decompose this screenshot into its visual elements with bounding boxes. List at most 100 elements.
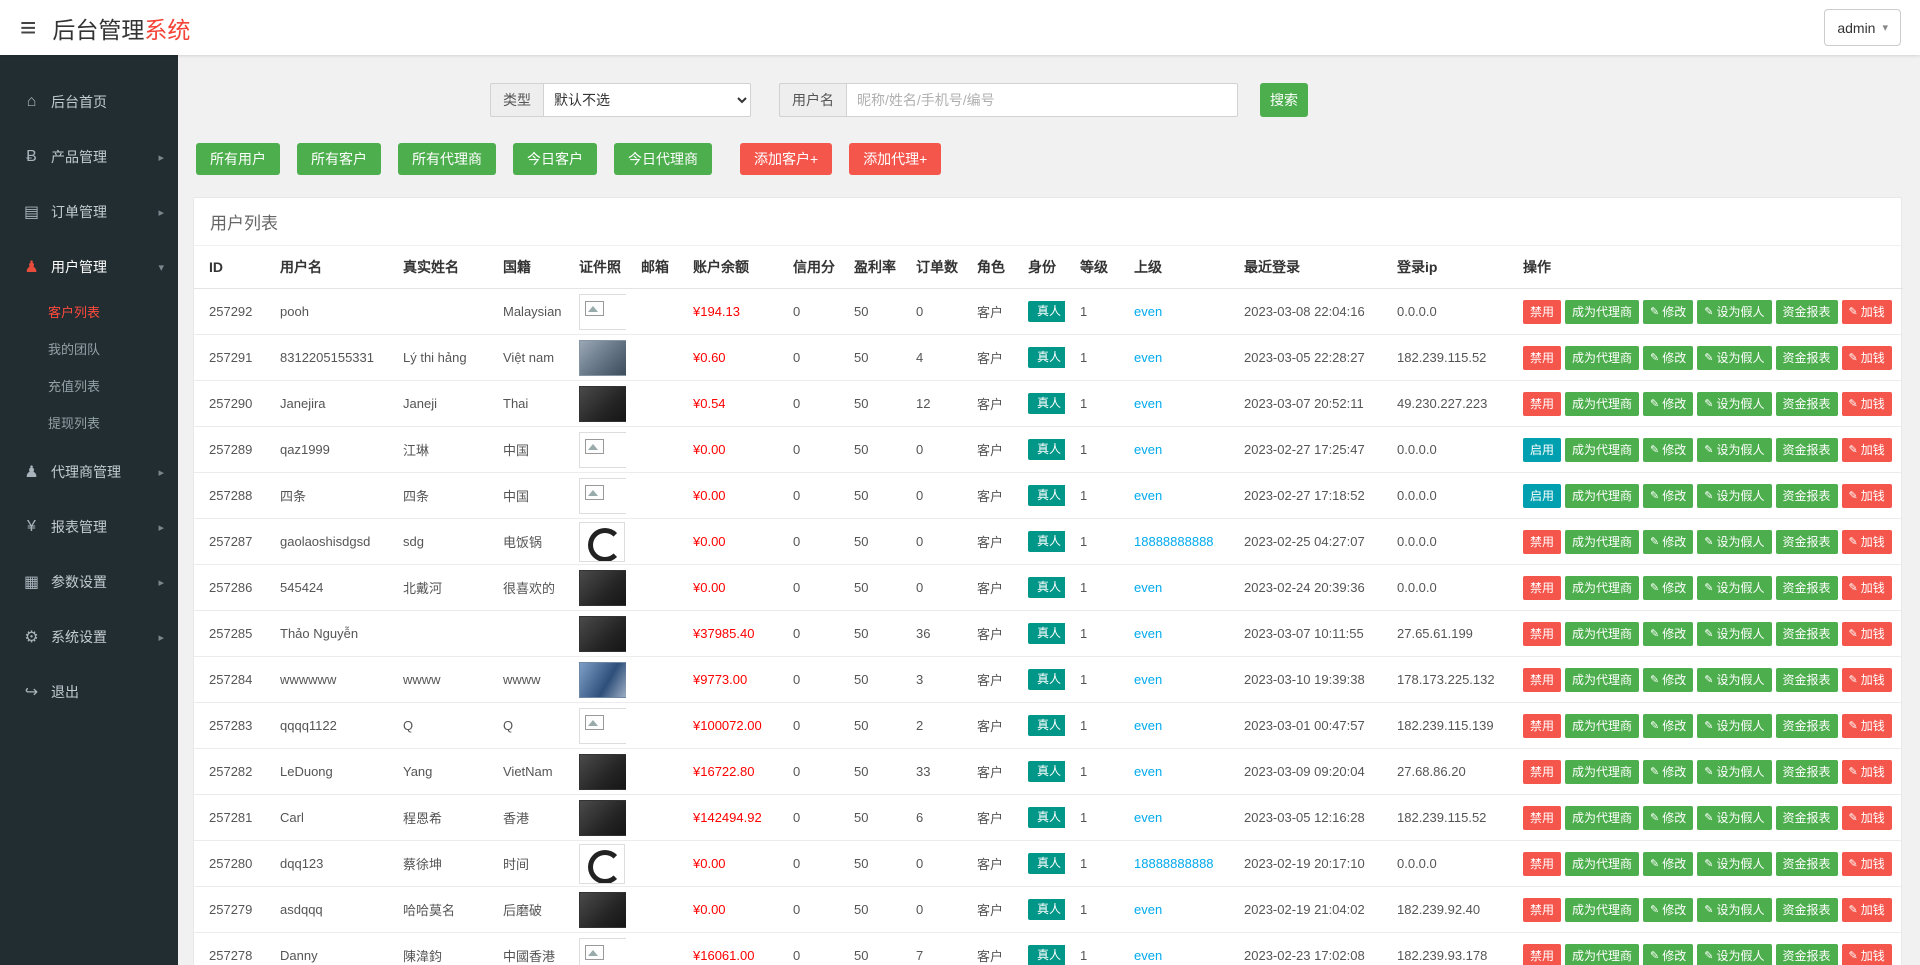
id-photo[interactable] xyxy=(579,616,626,652)
edit-button[interactable]: ✎修改 xyxy=(1643,392,1693,416)
disable-button[interactable]: 禁用 xyxy=(1523,760,1561,784)
add-money-button[interactable]: ✎加钱 xyxy=(1842,760,1892,784)
sidebar-item-logout[interactable]: ↪退出 xyxy=(0,667,178,717)
edit-button[interactable]: ✎修改 xyxy=(1643,944,1693,965)
become-agent-button[interactable]: 成为代理商 xyxy=(1565,760,1639,784)
set-fake-button[interactable]: ✎设为假人 xyxy=(1697,898,1771,922)
add-money-button[interactable]: ✎加钱 xyxy=(1842,438,1892,462)
enable-button[interactable]: 启用 xyxy=(1523,484,1561,508)
fund-report-button[interactable]: 资金报表 xyxy=(1776,760,1838,784)
disable-button[interactable]: 禁用 xyxy=(1523,668,1561,692)
edit-button[interactable]: ✎修改 xyxy=(1643,484,1693,508)
add-money-button[interactable]: ✎加钱 xyxy=(1842,484,1892,508)
add-money-button[interactable]: ✎加钱 xyxy=(1842,898,1892,922)
parent-link[interactable]: 18888888888 xyxy=(1134,856,1214,871)
add-money-button[interactable]: ✎加钱 xyxy=(1842,530,1892,554)
parent-link[interactable]: even xyxy=(1134,672,1162,687)
become-agent-button[interactable]: 成为代理商 xyxy=(1565,576,1639,600)
add-money-button[interactable]: ✎加钱 xyxy=(1842,852,1892,876)
id-photo[interactable] xyxy=(579,754,626,790)
id-photo[interactable] xyxy=(579,844,625,884)
fund-report-button[interactable]: 资金报表 xyxy=(1776,484,1838,508)
disable-button[interactable]: 禁用 xyxy=(1523,944,1561,965)
parent-link[interactable]: 18888888888 xyxy=(1134,534,1214,549)
sidebar-subitem-customer-list[interactable]: 客户列表 xyxy=(0,294,178,331)
disable-button[interactable]: 禁用 xyxy=(1523,806,1561,830)
parent-link[interactable]: even xyxy=(1134,350,1162,365)
parent-link[interactable]: even xyxy=(1134,396,1162,411)
add-customer-button[interactable]: 添加客户+ xyxy=(740,143,832,175)
fund-report-button[interactable]: 资金报表 xyxy=(1776,714,1838,738)
become-agent-button[interactable]: 成为代理商 xyxy=(1565,392,1639,416)
set-fake-button[interactable]: ✎设为假人 xyxy=(1697,668,1771,692)
parent-link[interactable]: even xyxy=(1134,442,1162,457)
sidebar-item-params[interactable]: ▦参数设置▸ xyxy=(0,557,178,607)
edit-button[interactable]: ✎修改 xyxy=(1643,760,1693,784)
all-users-button[interactable]: 所有用户 xyxy=(196,143,280,175)
fund-report-button[interactable]: 资金报表 xyxy=(1776,346,1838,370)
id-photo[interactable] xyxy=(579,478,626,514)
enable-button[interactable]: 启用 xyxy=(1523,438,1561,462)
sidebar-item-product[interactable]: Ƀ产品管理▸ xyxy=(0,132,178,182)
parent-link[interactable]: even xyxy=(1134,580,1162,595)
edit-button[interactable]: ✎修改 xyxy=(1643,300,1693,324)
disable-button[interactable]: 禁用 xyxy=(1523,714,1561,738)
become-agent-button[interactable]: 成为代理商 xyxy=(1565,714,1639,738)
set-fake-button[interactable]: ✎设为假人 xyxy=(1697,714,1771,738)
become-agent-button[interactable]: 成为代理商 xyxy=(1565,484,1639,508)
add-money-button[interactable]: ✎加钱 xyxy=(1842,944,1892,965)
fund-report-button[interactable]: 资金报表 xyxy=(1776,806,1838,830)
today-agents-button[interactable]: 今日代理商 xyxy=(614,143,712,175)
fund-report-button[interactable]: 资金报表 xyxy=(1776,898,1838,922)
sidebar-item-system[interactable]: ⚙系统设置▸ xyxy=(0,612,178,662)
become-agent-button[interactable]: 成为代理商 xyxy=(1565,806,1639,830)
parent-link[interactable]: even xyxy=(1134,902,1162,917)
become-agent-button[interactable]: 成为代理商 xyxy=(1565,668,1639,692)
become-agent-button[interactable]: 成为代理商 xyxy=(1565,622,1639,646)
disable-button[interactable]: 禁用 xyxy=(1523,346,1561,370)
fund-report-button[interactable]: 资金报表 xyxy=(1776,944,1838,965)
edit-button[interactable]: ✎修改 xyxy=(1643,852,1693,876)
id-photo[interactable] xyxy=(579,708,626,744)
add-money-button[interactable]: ✎加钱 xyxy=(1842,622,1892,646)
id-photo[interactable] xyxy=(579,570,626,606)
parent-link[interactable]: even xyxy=(1134,626,1162,641)
add-agent-button[interactable]: 添加代理+ xyxy=(849,143,941,175)
sidebar-subitem-recharge-list[interactable]: 充值列表 xyxy=(0,368,178,405)
set-fake-button[interactable]: ✎设为假人 xyxy=(1697,806,1771,830)
edit-button[interactable]: ✎修改 xyxy=(1643,898,1693,922)
parent-link[interactable]: even xyxy=(1134,810,1162,825)
edit-button[interactable]: ✎修改 xyxy=(1643,346,1693,370)
become-agent-button[interactable]: 成为代理商 xyxy=(1565,438,1639,462)
id-photo[interactable] xyxy=(579,662,626,698)
edit-button[interactable]: ✎修改 xyxy=(1643,622,1693,646)
sidebar-item-home[interactable]: ⌂后台首页 xyxy=(0,77,178,127)
set-fake-button[interactable]: ✎设为假人 xyxy=(1697,392,1771,416)
all-customers-button[interactable]: 所有客户 xyxy=(297,143,381,175)
disable-button[interactable]: 禁用 xyxy=(1523,852,1561,876)
become-agent-button[interactable]: 成为代理商 xyxy=(1565,898,1639,922)
set-fake-button[interactable]: ✎设为假人 xyxy=(1697,576,1771,600)
add-money-button[interactable]: ✎加钱 xyxy=(1842,668,1892,692)
sidebar-item-agent[interactable]: ♟代理商管理▸ xyxy=(0,447,178,497)
add-money-button[interactable]: ✎加钱 xyxy=(1842,714,1892,738)
set-fake-button[interactable]: ✎设为假人 xyxy=(1697,530,1771,554)
add-money-button[interactable]: ✎加钱 xyxy=(1842,346,1892,370)
edit-button[interactable]: ✎修改 xyxy=(1643,668,1693,692)
admin-dropdown[interactable]: admin ▾ xyxy=(1824,9,1901,46)
type-select[interactable]: 默认不选 xyxy=(543,83,751,117)
today-customers-button[interactable]: 今日客户 xyxy=(513,143,597,175)
set-fake-button[interactable]: ✎设为假人 xyxy=(1697,760,1771,784)
become-agent-button[interactable]: 成为代理商 xyxy=(1565,346,1639,370)
sidebar-item-user[interactable]: ♟用户管理▾ xyxy=(0,242,178,292)
fund-report-button[interactable]: 资金报表 xyxy=(1776,392,1838,416)
disable-button[interactable]: 禁用 xyxy=(1523,898,1561,922)
search-button[interactable]: 搜索 xyxy=(1260,83,1308,117)
parent-link[interactable]: even xyxy=(1134,764,1162,779)
set-fake-button[interactable]: ✎设为假人 xyxy=(1697,484,1771,508)
fund-report-button[interactable]: 资金报表 xyxy=(1776,668,1838,692)
add-money-button[interactable]: ✎加钱 xyxy=(1842,300,1892,324)
set-fake-button[interactable]: ✎设为假人 xyxy=(1697,622,1771,646)
parent-link[interactable]: even xyxy=(1134,948,1162,963)
set-fake-button[interactable]: ✎设为假人 xyxy=(1697,438,1771,462)
